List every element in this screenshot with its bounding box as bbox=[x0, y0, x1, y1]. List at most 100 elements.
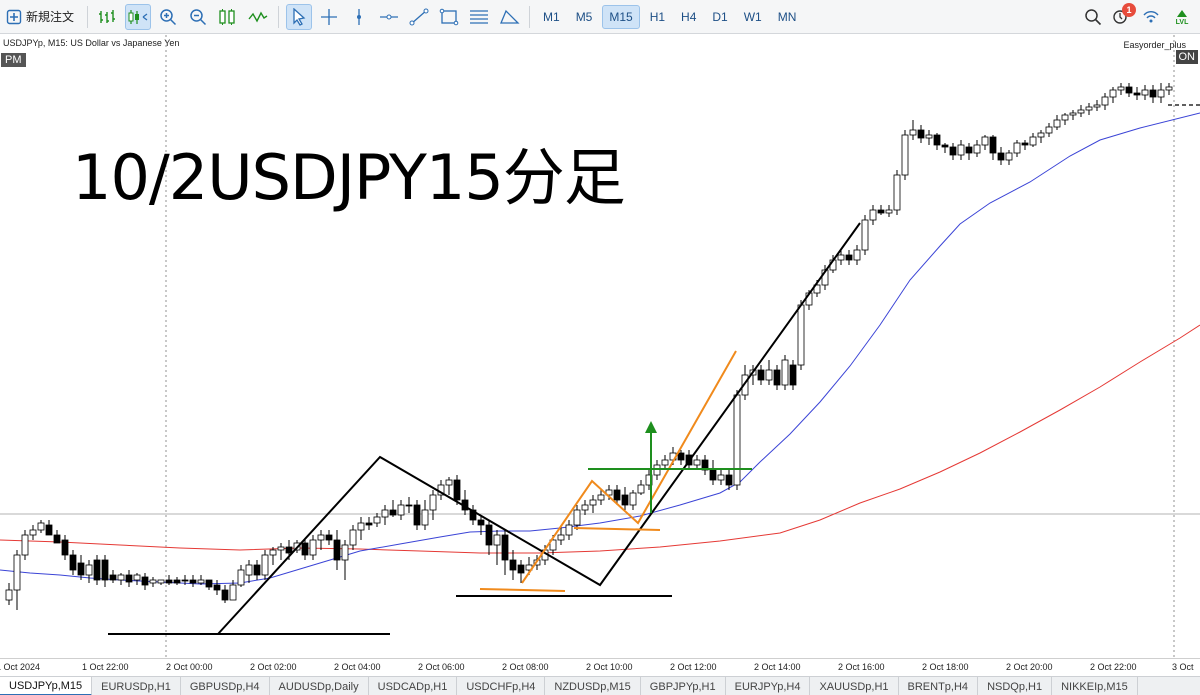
candle-bearish bbox=[389, 509, 397, 516]
candle-bullish bbox=[1069, 112, 1077, 116]
signal-icon[interactable] bbox=[1140, 7, 1162, 27]
candle-bullish bbox=[237, 569, 245, 586]
candle-bearish bbox=[205, 579, 213, 588]
candle-bullish bbox=[349, 529, 357, 546]
candle-bearish bbox=[677, 452, 685, 461]
orange-support-line bbox=[479, 588, 566, 592]
chart-tab[interactable]: EURUSDp,H1 bbox=[92, 677, 181, 695]
candle-bullish bbox=[733, 394, 741, 486]
candle-bullish bbox=[1037, 132, 1045, 138]
candle-bullish bbox=[229, 584, 237, 601]
candle-bullish bbox=[445, 479, 453, 486]
chart-tabs: USDJPYp,M15 EURUSDp,H1 GBPUSDp,H4 AUDUSDp,D… bbox=[0, 676, 1200, 695]
chart-tab[interactable]: USDCADp,H1 bbox=[369, 677, 458, 695]
time-label: 1 Oct 2024 bbox=[0, 662, 41, 672]
candle-bearish bbox=[405, 504, 413, 507]
price-chart[interactable]: USDJPYp, M15: US Dollar vs Japanese Yen … bbox=[0, 35, 1200, 658]
cursor-button[interactable] bbox=[286, 3, 313, 30]
zoom-out-button[interactable] bbox=[185, 4, 211, 30]
candle-bullish bbox=[853, 249, 861, 261]
chart-tab[interactable]: NIKKEIp,M15 bbox=[1052, 677, 1138, 695]
shapes-button[interactable] bbox=[496, 4, 522, 30]
timeframe-m1[interactable]: M1 bbox=[537, 5, 566, 29]
candle-bearish bbox=[485, 524, 493, 546]
new-order-button[interactable]: 新規注文 bbox=[2, 4, 80, 30]
tile-charts-button[interactable] bbox=[215, 4, 241, 30]
candle-bullish bbox=[573, 509, 581, 526]
chart-tab[interactable]: USDCHFp,H4 bbox=[457, 677, 546, 695]
indicators-button[interactable] bbox=[245, 4, 271, 30]
toolbar-separator bbox=[529, 5, 531, 28]
toolbar-separator bbox=[87, 5, 89, 28]
timeframe-h1[interactable]: H1 bbox=[644, 5, 671, 29]
timeframe-w1[interactable]: W1 bbox=[738, 5, 768, 29]
chart-tab[interactable]: USDJPYp,M15 bbox=[0, 677, 93, 695]
chart-tab[interactable]: NSDQp,H1 bbox=[978, 677, 1053, 695]
search-icon[interactable] bbox=[1084, 8, 1102, 26]
chart-tab[interactable]: GBPJPYp,H1 bbox=[641, 677, 726, 695]
chart-tab[interactable]: BRENTp,H4 bbox=[899, 677, 979, 695]
candle-bearish bbox=[221, 589, 229, 601]
candle-bearish bbox=[509, 559, 517, 571]
zoom-in-icon bbox=[160, 8, 177, 25]
candle-bullish bbox=[797, 304, 805, 366]
candle-bullish bbox=[157, 579, 165, 584]
candle-bearish bbox=[725, 474, 733, 486]
candle-bearish bbox=[173, 579, 181, 584]
candle-bearish bbox=[109, 574, 117, 581]
candlestick-button[interactable] bbox=[125, 3, 152, 30]
candle-bearish bbox=[965, 146, 973, 154]
candle-bearish bbox=[333, 539, 341, 561]
chart-tab[interactable]: GBPUSDp,H4 bbox=[181, 677, 270, 695]
crosshair-button[interactable] bbox=[316, 4, 342, 30]
trendline-button[interactable] bbox=[406, 4, 432, 30]
bar-chart-button[interactable] bbox=[95, 4, 121, 30]
fibonacci-button[interactable] bbox=[466, 4, 492, 30]
horizontal-line-icon bbox=[380, 14, 399, 19]
candle-bullish bbox=[925, 134, 933, 139]
expert-on-tag[interactable]: ON bbox=[1175, 50, 1198, 64]
horizontal-line-button[interactable] bbox=[376, 4, 402, 30]
candle-bullish bbox=[269, 549, 277, 556]
timeframe-mn[interactable]: MN bbox=[772, 5, 803, 29]
time-axis: 1 Oct 2024 1 Oct 22:00 2 Oct 00:00 2 Oct 02… bbox=[0, 658, 1200, 676]
rectangle-icon bbox=[439, 8, 459, 25]
timeframe-m15[interactable]: M15 bbox=[602, 4, 640, 29]
candle-bullish bbox=[1077, 109, 1085, 114]
level-label: LVL bbox=[1175, 18, 1189, 26]
zoom-in-button[interactable] bbox=[155, 4, 181, 30]
candle-bearish bbox=[949, 146, 957, 156]
candle-bearish bbox=[189, 579, 197, 584]
candle-bullish bbox=[1029, 136, 1037, 146]
candle-bearish bbox=[613, 489, 621, 501]
candle-bullish bbox=[357, 522, 365, 531]
notifications-button[interactable]: 1 bbox=[1112, 3, 1136, 26]
chart-tab[interactable]: NZDUSDp,M15 bbox=[545, 677, 641, 695]
candle-bearish bbox=[941, 144, 949, 148]
time-label: 2 Oct 16:00 bbox=[838, 662, 885, 672]
candle-bullish bbox=[581, 504, 589, 511]
candle-bullish bbox=[13, 554, 21, 591]
candle-bearish bbox=[845, 254, 853, 261]
candle-bullish bbox=[381, 509, 389, 518]
vertical-line-button[interactable] bbox=[346, 4, 372, 30]
candle-bearish bbox=[45, 524, 53, 536]
timeframe-h4[interactable]: H4 bbox=[675, 5, 702, 29]
candle-bearish bbox=[517, 564, 525, 574]
chart-tab[interactable]: EURJPYp,H4 bbox=[726, 677, 811, 695]
candle-bullish bbox=[885, 209, 893, 214]
chart-tab[interactable]: XAUUSDp,H1 bbox=[810, 677, 899, 695]
vertical-line-icon bbox=[357, 8, 362, 25]
timeframe-d1[interactable]: D1 bbox=[706, 5, 733, 29]
rectangle-button[interactable] bbox=[436, 4, 462, 30]
candle-bullish bbox=[1013, 142, 1021, 154]
time-label: 2 Oct 18:00 bbox=[922, 662, 969, 672]
candle-bearish bbox=[989, 136, 997, 154]
chart-tab[interactable]: AUDUSDp,Daily bbox=[270, 677, 369, 695]
level-button[interactable]: LVL bbox=[1172, 9, 1192, 26]
timeframe-m5[interactable]: M5 bbox=[570, 5, 599, 29]
candle-bullish bbox=[661, 459, 669, 466]
candle-bearish bbox=[325, 534, 333, 541]
candle-bearish bbox=[933, 134, 941, 146]
candle-bullish bbox=[1141, 89, 1149, 96]
